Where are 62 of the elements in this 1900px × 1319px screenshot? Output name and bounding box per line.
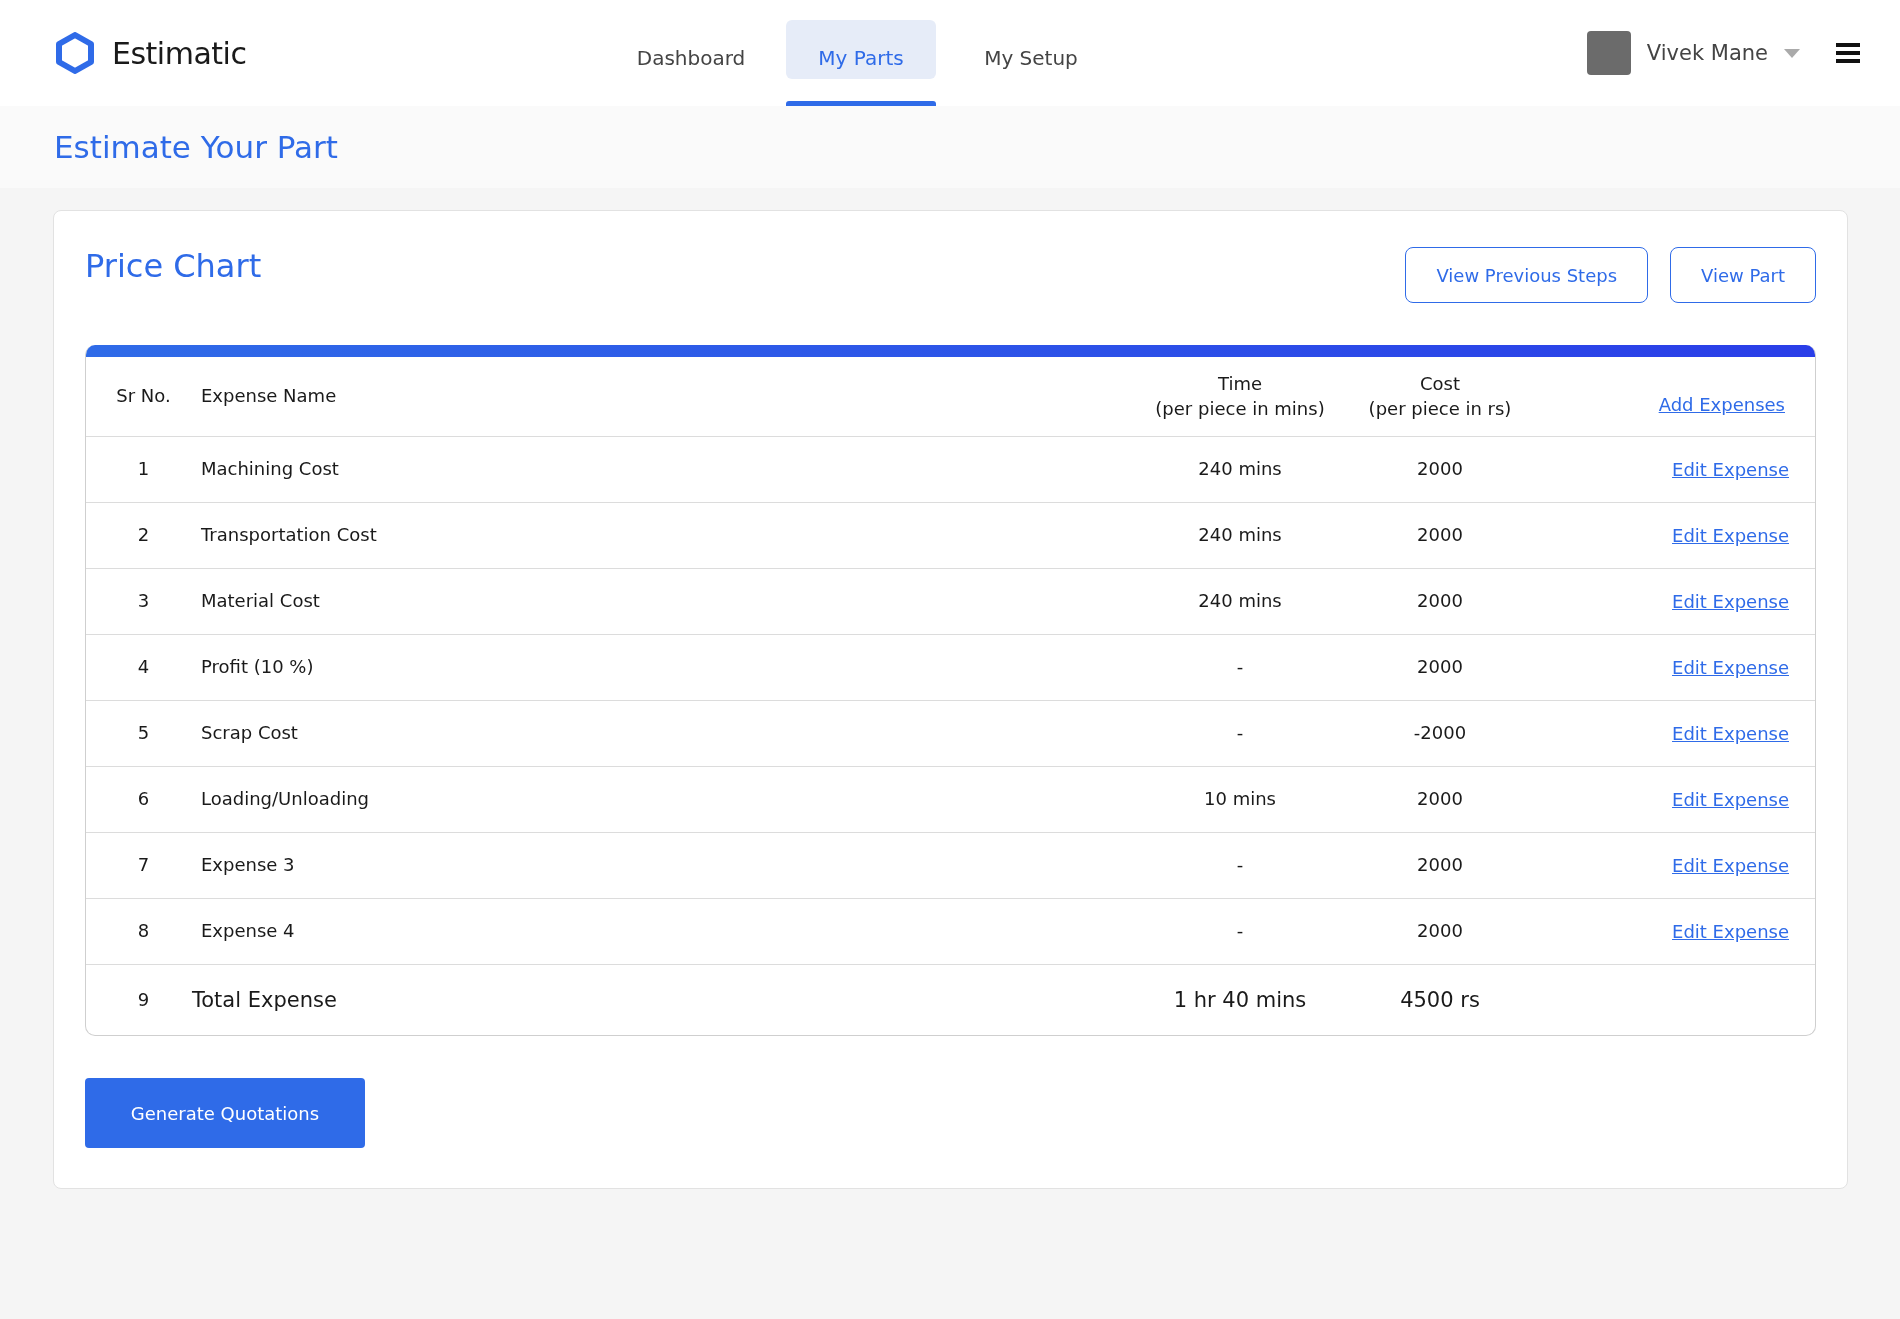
table-cell-text: Profit (10 %) [201, 655, 315, 680]
generate-quotations-button[interactable]: Generate Quotations [85, 1078, 365, 1148]
table-cell-text: Expense 4 [201, 919, 296, 944]
edit-expense-link[interactable]: Edit Expense [1672, 525, 1789, 546]
nav-tab[interactable]: My Setup [956, 20, 1106, 106]
table-cell-text: Material Cost [201, 589, 321, 614]
nav-tab[interactable]: My Parts [786, 20, 936, 106]
table-cell-text: 10 mins [1203, 787, 1277, 812]
table-cell-text: 240 mins [1197, 589, 1283, 614]
table-cell-text: Loading/Unloading [201, 787, 370, 812]
table-cell-text: 9 [137, 987, 150, 1012]
table-cell: 8 [137, 919, 150, 944]
edit-expense-link[interactable]: Edit Expense [1672, 921, 1789, 942]
table-cell-text: Scrap Cost [201, 721, 299, 746]
page-title: Estimate Your Part [54, 129, 338, 165]
edit-expense-link[interactable]: Edit Expense [1672, 723, 1789, 744]
outline-button[interactable]: View Previous Steps [1405, 247, 1648, 303]
column-header: Expense Name [201, 384, 338, 409]
table-cell: 2 [137, 523, 150, 548]
table-cell: 1 [137, 457, 150, 482]
table-cell: 5 [137, 721, 150, 746]
table-cell-text: 240 mins [1197, 523, 1283, 548]
table-cell-text: 240 mins [1197, 457, 1283, 482]
avatar-photo-placeholder[interactable] [1586, 31, 1631, 75]
edit-expense-link[interactable]: Edit Expense [1672, 591, 1789, 612]
table-cell-text: 2000 [1416, 919, 1464, 944]
table-cell: 7 [137, 853, 150, 878]
table-cell-text: Transportation Cost [201, 523, 378, 548]
table-cell-text: 2000 [1416, 655, 1464, 680]
edit-expense-link[interactable]: Edit Expense [1672, 657, 1789, 678]
outline-button[interactable]: View Part [1670, 247, 1816, 303]
column-header: Cost (per piece in rs) [1367, 372, 1513, 421]
column-header: Sr No. [116, 384, 171, 409]
table-cell-text: - [1235, 919, 1245, 944]
table-cell-text: 2000 [1416, 457, 1464, 482]
table-cell: 6 [137, 787, 150, 812]
card-title: Price Chart [85, 247, 262, 285]
table-cell-text: - [1235, 655, 1245, 680]
table-cell: 4 [137, 655, 150, 680]
table-cell-text: 2000 [1416, 589, 1464, 614]
table-cell-text: Total Expense [192, 986, 338, 1014]
brand-name: Estimatic [112, 35, 247, 71]
user-name[interactable]: Vivek Mane [1646, 41, 1768, 65]
column-header: Time (per piece in mins) [1154, 372, 1326, 421]
table-cell-text: Machining Cost [201, 457, 340, 482]
add-expenses-link[interactable]: Add Expenses [1658, 394, 1785, 415]
table-cell-text: -2000 [1412, 721, 1468, 746]
table-cell-text: 4500 rs [1399, 986, 1481, 1014]
menu-icon[interactable] [1836, 43, 1860, 63]
nav-tab[interactable]: Dashboard [616, 20, 766, 106]
table-cell-text: - [1235, 721, 1245, 746]
table-cell-text: 2000 [1416, 787, 1464, 812]
table-cell-text: Expense 3 [201, 853, 296, 878]
edit-expense-link[interactable]: Edit Expense [1672, 789, 1789, 810]
table-cell-text: - [1235, 853, 1245, 878]
table-cell-text: 2000 [1416, 523, 1464, 548]
table-cell: 3 [137, 589, 150, 614]
table-cell-text: 1 hr 40 mins [1172, 986, 1308, 1014]
table-cell-text: 2000 [1416, 853, 1464, 878]
edit-expense-link[interactable]: Edit Expense [1672, 459, 1789, 480]
hexagon-logo-icon [56, 32, 94, 74]
edit-expense-link[interactable]: Edit Expense [1672, 855, 1789, 876]
